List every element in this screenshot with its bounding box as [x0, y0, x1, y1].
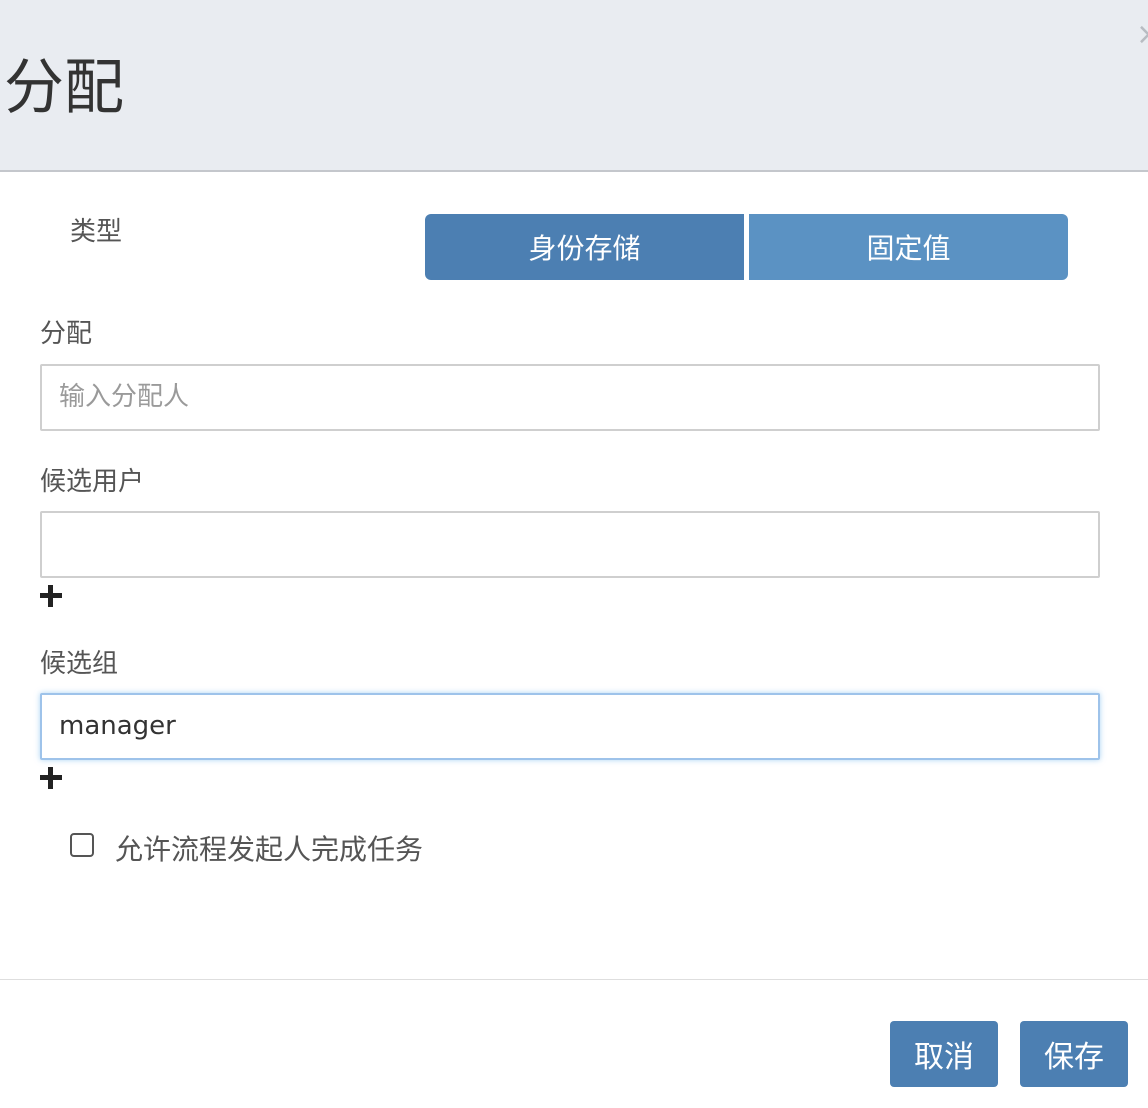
- type-option-fixed-value-label: 固定值: [866, 232, 951, 265]
- type-option-identity-store[interactable]: 身份存储: [425, 214, 744, 280]
- dialog-title: 分配: [4, 53, 124, 123]
- candidate-groups-value: manager: [59, 711, 176, 741]
- assignee-input[interactable]: 输入分配人: [40, 364, 1100, 431]
- footer-divider: [0, 979, 1148, 980]
- candidate-users-input[interactable]: [40, 511, 1100, 578]
- close-icon[interactable]: ×: [1136, 18, 1148, 52]
- add-candidate-user-icon[interactable]: [40, 585, 62, 607]
- allow-initiator-checkbox[interactable]: [70, 833, 94, 857]
- candidate-groups-input[interactable]: manager: [40, 693, 1100, 760]
- dialog-header: 分配 ×: [0, 0, 1148, 172]
- assignee-label: 分配: [40, 319, 93, 349]
- candidate-groups-label: 候选组: [40, 649, 119, 679]
- save-button[interactable]: 保存: [1020, 1021, 1128, 1087]
- type-label: 类型: [70, 217, 123, 247]
- allow-initiator-label: 允许流程发起人完成任务: [115, 833, 424, 866]
- assignee-placeholder: 输入分配人: [59, 382, 190, 412]
- cancel-button-label: 取消: [914, 1040, 974, 1075]
- save-button-label: 保存: [1044, 1040, 1104, 1075]
- type-option-fixed-value[interactable]: 固定值: [749, 214, 1068, 280]
- cancel-button[interactable]: 取消: [890, 1021, 998, 1087]
- add-candidate-group-icon[interactable]: [40, 767, 62, 789]
- candidate-users-label: 候选用户: [40, 467, 145, 497]
- type-option-identity-store-label: 身份存储: [528, 232, 641, 265]
